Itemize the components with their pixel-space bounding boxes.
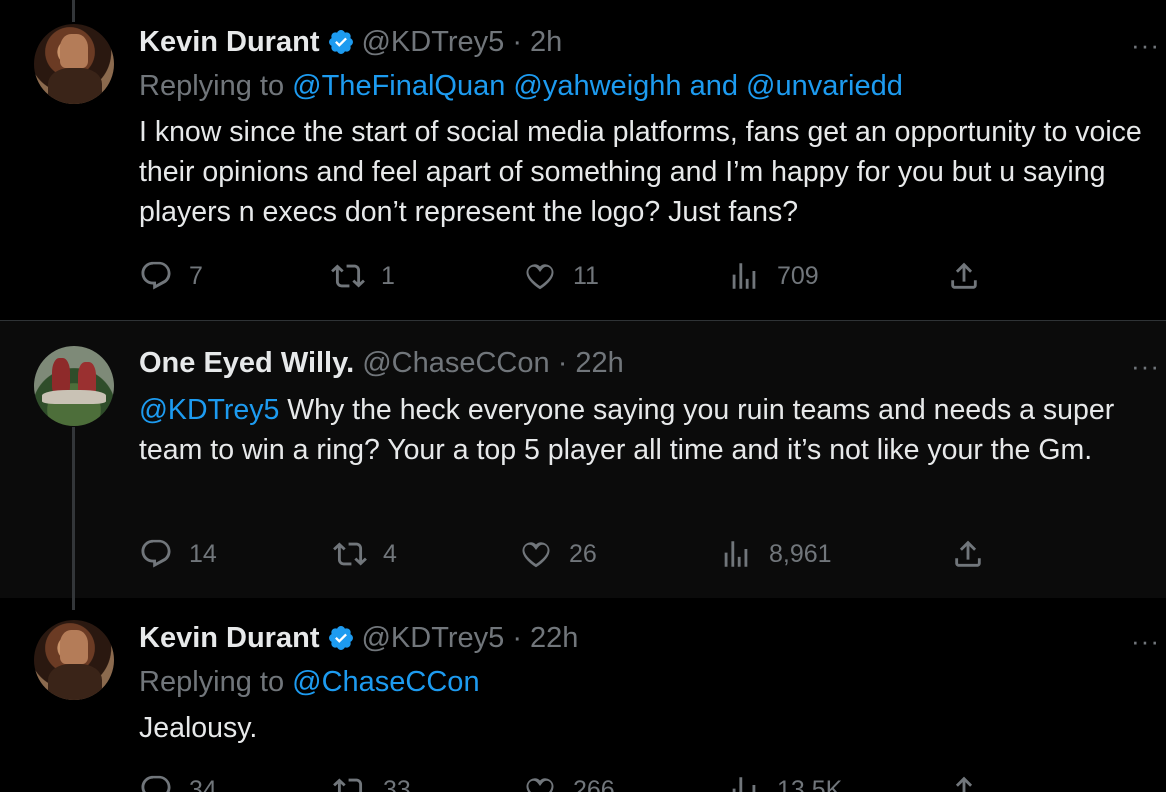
retweet-button[interactable]: 4 [333,534,397,574]
more-options-icon[interactable]: ··· [1131,30,1160,61]
views-button[interactable]: 709 [727,256,819,296]
reply-count: 14 [189,539,217,568]
views-icon [732,777,756,792]
reply-count: 7 [189,261,203,290]
like-count: 266 [573,775,615,792]
reply-icon [141,261,171,290]
tweet-2[interactable]: One Eyed Willy. @ChaseCCon · 22h ··· @KD… [0,321,1166,598]
share-button[interactable] [947,770,997,792]
retweet-count: 1 [381,261,395,290]
reply-icon [141,775,171,792]
display-name[interactable]: One Eyed Willy. [139,347,354,379]
like-count: 26 [569,539,597,568]
tweet-text: I know since the start of social media p… [139,116,1142,228]
tweet-header: Kevin Durant @KDTrey5 · 2h [139,26,562,59]
views-icon [724,541,748,567]
action-bar: 7 1 11 709 [139,256,1159,296]
views-icon [732,263,756,289]
tweet-3[interactable]: Kevin Durant @KDTrey5 · 22h ··· Replying … [0,598,1166,792]
timestamp[interactable]: · 22h [558,347,624,379]
tweet-body: Why the heck everyone saying you ruin te… [139,394,1115,466]
display-name[interactable]: Kevin Durant [139,26,319,58]
thread-connector [72,427,75,598]
share-button[interactable] [947,256,997,296]
like-icon [522,542,550,568]
share-icon [951,262,977,289]
action-bar: 14 4 26 8,961 [139,534,1159,574]
tweet-1[interactable]: Kevin Durant @KDTrey5 · 2h ··· Replying t… [0,0,1166,320]
tweet-header: Kevin Durant @KDTrey5 · 22h [139,622,578,655]
reply-button[interactable]: 14 [139,534,217,574]
views-button[interactable]: 13.5K [727,770,842,792]
views-count: 13.5K [777,775,843,792]
more-options-icon[interactable]: ··· [1131,351,1160,382]
retweet-icon [333,542,367,566]
verified-badge-icon [329,30,354,54]
like-button[interactable]: 266 [523,770,615,792]
replying-to: Replying to @TheFinalQuan @yahweighh and… [139,70,903,103]
tweet-text: @KDTrey5 Why the heck everyone saying yo… [139,390,1164,470]
reply-mentions[interactable]: @ChaseCCon [292,666,479,698]
retweet-icon [331,264,365,288]
views-count: 709 [777,261,819,290]
like-button[interactable]: 26 [519,534,597,574]
like-count: 11 [573,261,599,290]
handle[interactable]: @KDTrey5 [361,622,504,654]
reply-count: 34 [189,775,217,792]
tweet-header: One Eyed Willy. @ChaseCCon · 22h [139,347,624,380]
reply-button[interactable]: 34 [139,770,217,792]
more-options-icon[interactable]: ··· [1131,626,1160,657]
retweet-icon [333,778,363,792]
reply-mentions[interactable]: @TheFinalQuan @yahweighh and @unvariedd [292,70,903,102]
retweet-count: 4 [383,539,397,568]
action-bar: 34 33 266 13.5K [139,770,1159,792]
replying-to-label: Replying to [139,70,293,102]
retweet-button[interactable]: 1 [331,256,395,296]
tweet-text: Jealousy. [139,712,258,744]
replying-to: Replying to @ChaseCCon [139,666,480,699]
share-icon [955,540,981,567]
like-icon [526,778,554,792]
timestamp[interactable]: · 2h [512,26,562,58]
share-button[interactable] [951,534,1001,574]
timestamp[interactable]: · 22h [512,622,578,654]
views-count: 8,961 [769,539,832,568]
replying-to-label: Replying to [139,666,293,698]
handle[interactable]: @ChaseCCon [362,347,549,379]
retweet-count: 33 [383,775,411,792]
display-name[interactable]: Kevin Durant [139,622,319,654]
avatar[interactable] [34,24,114,104]
like-icon [526,264,554,290]
thread-connector [72,598,75,610]
verified-badge-icon [329,626,354,650]
reply-button[interactable]: 7 [139,256,203,296]
thread-connector [72,0,75,22]
handle[interactable]: @KDTrey5 [361,26,504,58]
like-button[interactable]: 11 [523,256,599,296]
tweet-thread: Kevin Durant @KDTrey5 · 2h ··· Replying t… [0,0,1166,792]
share-icon [955,776,973,792]
mention-link[interactable]: @KDTrey5 [139,394,279,426]
avatar[interactable] [34,346,114,426]
reply-icon [141,539,171,568]
retweet-button[interactable]: 33 [333,770,411,792]
avatar[interactable] [34,620,114,700]
views-button[interactable]: 8,961 [719,534,832,574]
